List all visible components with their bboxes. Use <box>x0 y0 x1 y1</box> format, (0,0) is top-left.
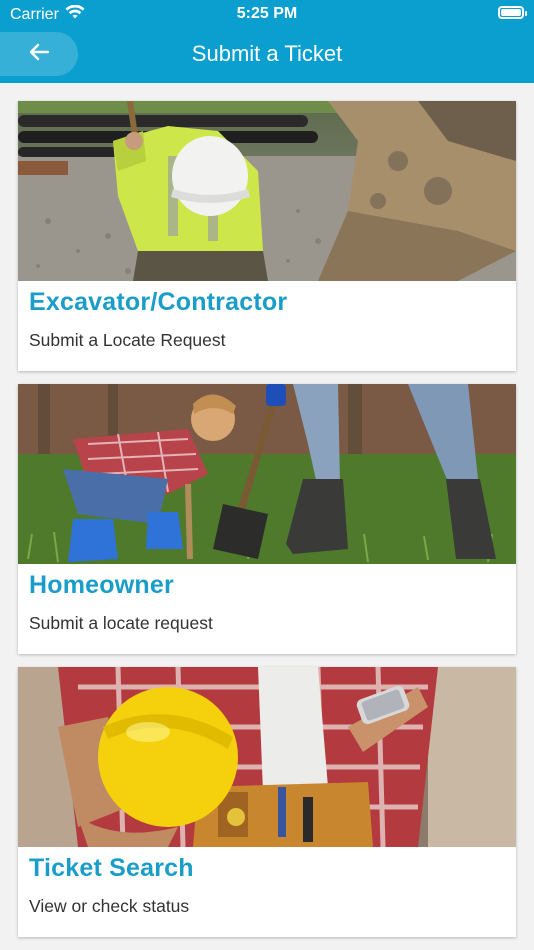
card-title: Homeowner <box>29 571 174 599</box>
card-excavator-contractor[interactable]: Excavator/Contractor Submit a Locate Req… <box>18 101 516 371</box>
card-subtitle: Submit a Locate Request <box>29 330 226 350</box>
card-title: Excavator/Contractor <box>29 288 288 316</box>
child-digging-with-shovel-photo <box>18 384 516 564</box>
status-bar: Carrier 5:25 PM <box>0 0 534 28</box>
card-subtitle: View or check status <box>29 896 190 916</box>
card-ticket-search[interactable]: Ticket Search View or check status <box>18 667 516 937</box>
worker-with-hardhat-and-phone-photo <box>18 667 516 847</box>
card-title: Ticket Search <box>29 854 194 882</box>
construction-worker-digging-photo <box>18 101 516 281</box>
page-title: Submit a Ticket <box>191 41 343 66</box>
battery-icon <box>498 6 527 19</box>
app-screen: Carrier 5:25 PM Submit a Ticket Excavato… <box>0 0 534 950</box>
navigation-bar: Submit a Ticket <box>0 28 534 83</box>
card-homeowner[interactable]: Homeowner Submit a locate request <box>18 384 516 654</box>
card-subtitle: Submit a locate request <box>29 613 213 633</box>
header: Carrier 5:25 PM Submit a Ticket <box>0 0 534 83</box>
status-time: 5:25 PM <box>236 5 298 22</box>
